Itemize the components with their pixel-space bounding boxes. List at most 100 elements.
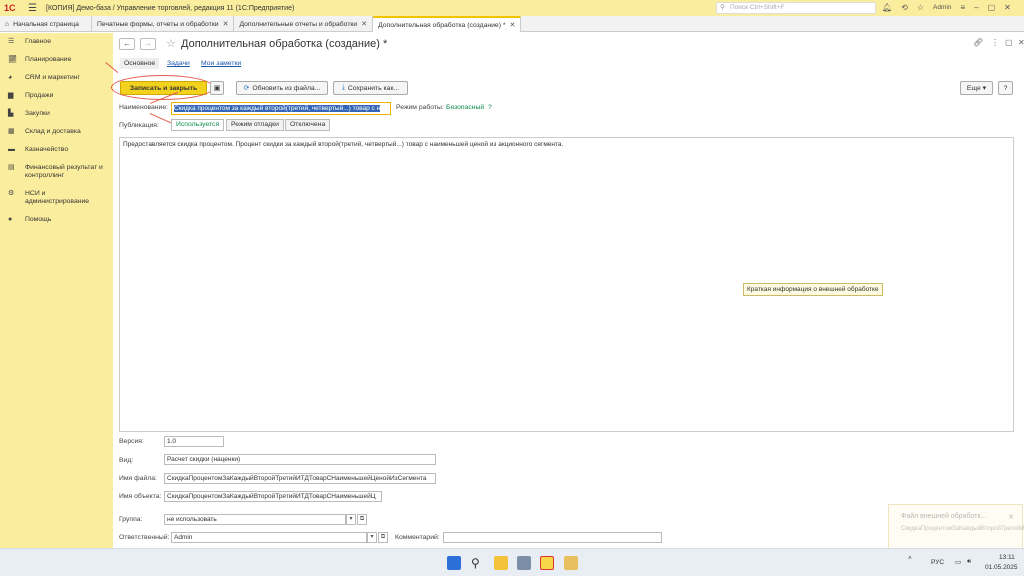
save-as-button[interactable]: ⤓ Сохранить как... (333, 81, 408, 95)
tab-home[interactable]: ⌂ Начальная страница (0, 16, 92, 32)
group-label: Группа: (119, 516, 143, 523)
warehouse-icon: ▦ (8, 128, 15, 135)
tab-label: Дополнительная обработка (создание) * (378, 21, 506, 29)
finance-icon: ▤ (8, 164, 15, 171)
tray-chevron-icon[interactable]: ˄ (908, 555, 912, 562)
open-link-icon[interactable]: ⧉ (357, 514, 367, 525)
publication-debug-option[interactable]: Режим отладки (226, 119, 284, 131)
sidebar-item-purchases[interactable]: ▙ Закупки (0, 105, 113, 123)
mode-help-icon[interactable]: ? (488, 104, 492, 111)
notification-title: Файл внешней обработк... (901, 513, 987, 520)
favorite-star-icon[interactable]: ☆ (166, 37, 176, 50)
close-icon[interactable]: ✕ (223, 20, 229, 28)
gear-icon: ⚙ (8, 190, 15, 197)
tab-label: Печатные формы, отчеты и обработки (97, 20, 219, 28)
kind-field[interactable]: Расчет скидки (наценки) (164, 454, 436, 465)
help-button[interactable]: ? (998, 81, 1013, 95)
sidebar-item-planning[interactable]: 📈︎ Планирование (0, 51, 113, 69)
minimize-icon[interactable]: – (974, 2, 978, 14)
history-icon[interactable]: ⟲ (901, 2, 908, 14)
global-search-input[interactable]: ⚲ Поиск Ctrl+Shift+F (716, 2, 876, 14)
search-icon[interactable]: ⚲ (471, 556, 485, 570)
tab-print-forms[interactable]: Печатные формы, отчеты и обработки ✕ (92, 16, 235, 32)
close-icon[interactable]: ✕ (361, 20, 367, 28)
sidebar-item-sales[interactable]: ▆ Продажи (0, 87, 113, 105)
sidebar-item-warehouse[interactable]: ▦ Склад и доставка (0, 123, 113, 141)
button-label: Сохранить как... (347, 84, 400, 92)
search-icon: ⚲ (720, 4, 725, 11)
form-close-icon[interactable]: ✕ (1018, 38, 1024, 47)
update-from-file-button[interactable]: ⟳ Обновить из файла... (236, 81, 328, 95)
search-placeholder: Поиск Ctrl+Shift+F (730, 4, 785, 11)
windows-start-icon[interactable] (447, 556, 461, 570)
objname-field[interactable]: СкидкаПроцентомЗаКаждыйВторойТретийИТДТо… (164, 491, 382, 502)
responsible-label: Ответственный: (119, 534, 170, 541)
explorer-icon[interactable] (494, 556, 508, 570)
network-icon[interactable]: ▭ (955, 558, 961, 566)
sidebar-item-main[interactable]: ☰ Главное (0, 33, 113, 51)
close-icon[interactable]: ✕ (1008, 513, 1014, 521)
user-name[interactable]: Admin (933, 2, 951, 14)
tab-label: Начальная страница (13, 20, 79, 28)
description-text: Предоставляется скидка процентом. Процен… (123, 141, 564, 148)
clock-date[interactable]: 01.05.2025 (985, 564, 1018, 571)
link-icon[interactable]: 🔗︎ (973, 38, 983, 47)
language-indicator[interactable]: РУС (931, 559, 944, 566)
sidebar-item-treasury[interactable]: ▬ Казначейство (0, 141, 113, 159)
version-field[interactable]: 1.0 (164, 436, 224, 447)
name-label: Наименование: (119, 104, 169, 111)
chevron-down-icon[interactable]: ▾ (367, 532, 377, 543)
sidebar-item-crm[interactable]: ◕ CRM и маркетинг (0, 69, 113, 87)
responsible-field[interactable]: Admin (171, 532, 367, 543)
name-field[interactable]: Скидка процентом за каждый второй(третий… (171, 102, 391, 115)
form-area: ← → ☆ Дополнительная обработка (создание… (111, 33, 1024, 548)
publication-disabled-option[interactable]: Отключена (285, 119, 331, 131)
sidebar-item-label: Склад и доставка (25, 128, 81, 135)
bell-icon[interactable]: 🔔︎ (882, 2, 892, 14)
tab-tasks[interactable]: Задачи (167, 60, 190, 67)
sidebar-item-label: Казначейство (25, 146, 69, 153)
taskbar: ⚲ ˄ РУС ▭ 🔊︎ 13:11 01.05.2025 (0, 548, 1024, 576)
comment-field[interactable] (443, 532, 662, 543)
objname-label: Имя объекта: (119, 493, 162, 500)
sidebar-item-help[interactable]: ● Помощь (0, 211, 113, 229)
publication-used-option[interactable]: Используется (171, 119, 225, 131)
settings-icon[interactable]: ≡ (960, 2, 965, 14)
tab-main[interactable]: Основное (120, 58, 160, 69)
notification-popup[interactable]: Файл внешней обработк... ✕ СкидкаПроцент… (888, 504, 1024, 550)
save-icon[interactable]: ▣ (210, 81, 224, 95)
back-button[interactable]: ← (119, 38, 135, 50)
version-label: Версия: (119, 438, 144, 445)
forward-button[interactable]: → (140, 38, 156, 50)
more-button[interactable]: Еще ▾ (960, 81, 993, 95)
chevron-down-icon[interactable]: ▾ (346, 514, 356, 525)
tab-additional-processing[interactable]: Дополнительная обработка (создание) * ✕ (373, 16, 522, 32)
bag-icon: ▆ (8, 92, 14, 99)
sidebar-item-admin[interactable]: ⚙ НСИ и администрирование (0, 185, 113, 211)
download-icon: ⤓ (341, 84, 345, 91)
sidebar-item-label: Планирование (25, 56, 72, 63)
tab-additional-reports[interactable]: Дополнительные отчеты и обработки ✕ (234, 16, 374, 32)
favorites-icon[interactable]: ☆ (917, 2, 924, 14)
1c-taskbar-icon[interactable] (540, 556, 554, 570)
maximize-icon[interactable]: ▢ (988, 2, 996, 14)
1c-logo: 1С (4, 3, 16, 13)
sidebar-item-finance[interactable]: ▤ Финансовый результат и контроллинг (0, 159, 113, 185)
open-link-icon[interactable]: ⧉ (378, 532, 388, 543)
sidebar-item-label: НСИ и администрирование (25, 190, 90, 205)
mode-value-link[interactable]: Безопасный (446, 104, 484, 111)
tooltip: Краткая информация о внешней обработке (743, 283, 883, 296)
tab-notes[interactable]: Мои заметки (201, 60, 241, 67)
app-icon[interactable] (517, 556, 531, 570)
volume-icon[interactable]: 🔊︎ (967, 558, 971, 566)
main-menu-icon[interactable]: ☰ (28, 3, 40, 14)
clock-time[interactable]: 13:11 (999, 554, 1015, 561)
window-max-icon[interactable]: ▢ (1005, 38, 1013, 47)
1c-config-icon[interactable] (564, 556, 578, 570)
menu-icon: ☰ (8, 38, 15, 45)
more-vert-icon[interactable]: ⋮ (991, 38, 999, 47)
group-field[interactable]: не использовать (164, 514, 346, 525)
filename-field[interactable]: СкидкаПроцентомЗаКаждыйВторойТретийИТДТо… (164, 473, 436, 484)
close-icon[interactable]: ✕ (1004, 2, 1011, 14)
close-icon[interactable]: ✕ (510, 21, 516, 29)
